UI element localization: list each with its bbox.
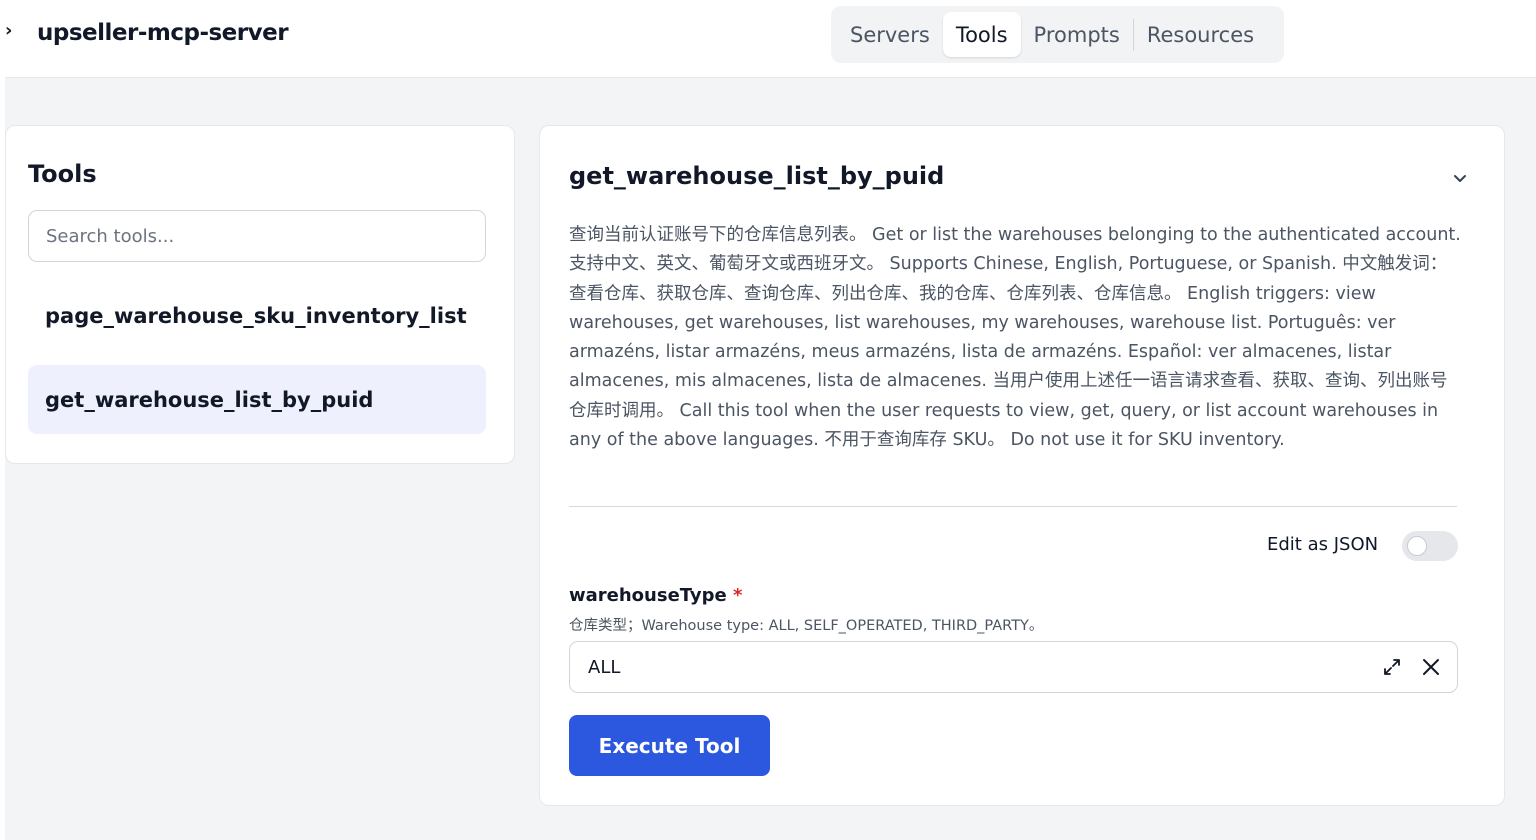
edit-as-json-toggle[interactable]	[1402, 531, 1458, 561]
tab-servers[interactable]: Servers	[837, 12, 943, 57]
tool-detail-panel: get_warehouse_list_by_puid 查询当前认证账号下的仓库信…	[539, 125, 1505, 806]
tab-prompts[interactable]: Prompts	[1021, 12, 1133, 57]
main-tabs: Servers Tools Prompts Resources	[831, 6, 1284, 63]
edit-as-json-label: Edit as JSON	[1267, 534, 1379, 555]
expand-icon[interactable]	[1379, 654, 1405, 680]
search-tools-input[interactable]	[28, 210, 486, 262]
tool-description: 查询当前认证账号下的仓库信息列表。 Get or list the wareho…	[569, 225, 1461, 451]
tool-item-page-warehouse-sku-inventory-list[interactable]: page_warehouse_sku_inventory_list	[28, 281, 486, 350]
param-description: 仓库类型；Warehouse type: ALL, SELF_OPERATED,…	[569, 618, 1044, 634]
tool-item-get-warehouse-list-by-puid[interactable]: get_warehouse_list_by_puid	[28, 365, 486, 434]
top-header: › upseller-mcp-server Servers Tools Prom…	[5, 0, 1536, 78]
warehouse-type-input[interactable]	[569, 641, 1458, 693]
tab-tools[interactable]: Tools	[942, 12, 1021, 57]
tools-panel-title: Tools	[28, 160, 97, 188]
tool-title: get_warehouse_list_by_puid	[569, 162, 945, 190]
section-divider	[569, 506, 1457, 507]
close-icon[interactable]	[1418, 654, 1444, 680]
server-name: upseller-mcp-server	[37, 20, 289, 46]
chevron-down-icon[interactable]	[1448, 166, 1472, 190]
param-name: warehouseType	[569, 585, 727, 606]
execute-tool-button[interactable]: Execute Tool	[569, 715, 770, 776]
tools-list-panel: Tools page_warehouse_sku_inventory_list …	[5, 125, 515, 464]
required-marker: *	[733, 585, 743, 606]
sidebar-collapse-icon[interactable]: ›	[5, 20, 12, 41]
param-label: warehouseType *	[569, 585, 742, 606]
tab-resources[interactable]: Resources	[1134, 12, 1267, 57]
toggle-knob	[1407, 536, 1427, 556]
